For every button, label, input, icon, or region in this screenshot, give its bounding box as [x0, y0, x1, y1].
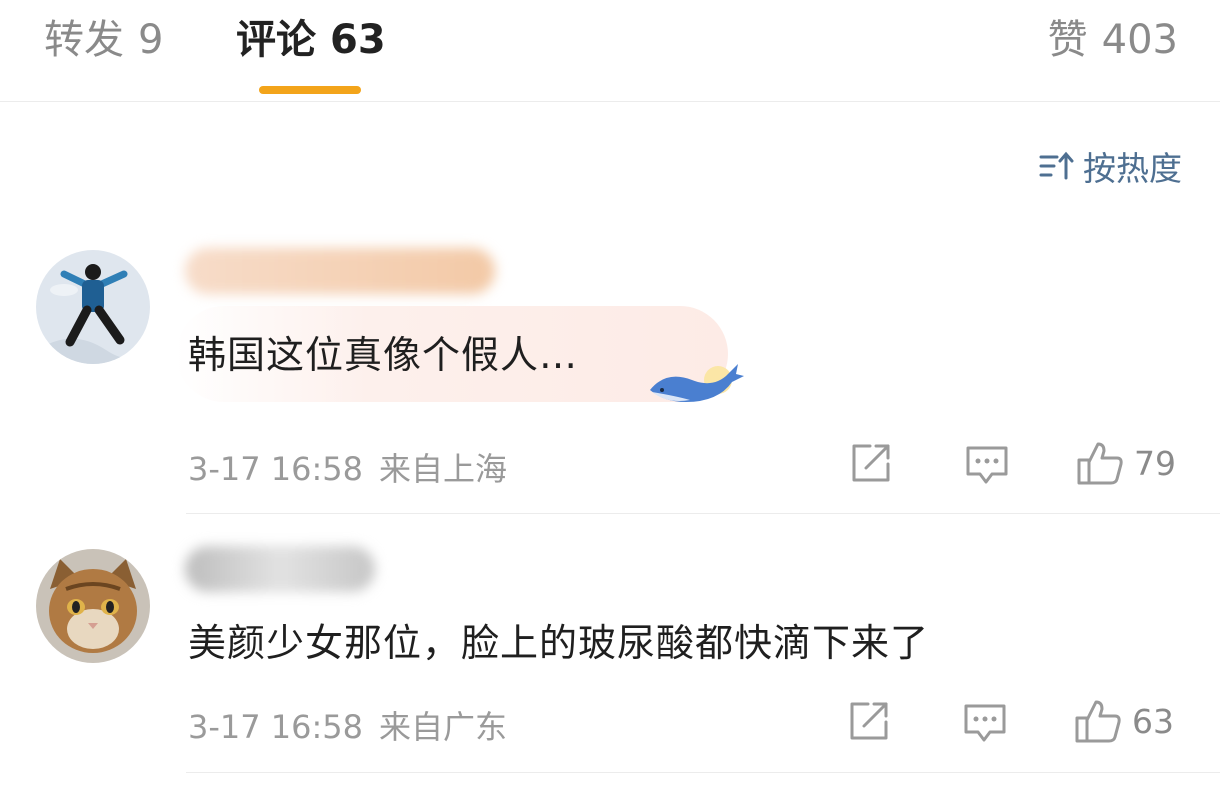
reply-icon — [962, 702, 1008, 744]
share-icon — [848, 700, 892, 742]
like-button[interactable]: 63 — [1074, 698, 1174, 744]
comment-item: 美颜少女那位，脸上的玻尿酸都快滴下来了 3-17 16:58 来自广东 63 — [0, 0, 1220, 780]
comment-location: 来自广东 — [379, 708, 508, 746]
avatar[interactable] — [36, 549, 150, 663]
comment-meta: 3-17 16:58 来自广东 — [188, 702, 507, 748]
comment-divider — [186, 772, 1220, 773]
reply-button[interactable] — [962, 702, 1008, 744]
comment-time: 3-17 16:58 — [188, 708, 364, 746]
username-blurred[interactable] — [185, 546, 375, 592]
comment-page: 转发 9 评论 63 赞 403 按热度 韩国这位真像个假人… 3-17 16:… — [0, 0, 1220, 802]
like-count: 63 — [1132, 701, 1174, 741]
comment-text: 美颜少女那位，脸上的玻尿酸都快滴下来了 — [188, 621, 930, 665]
thumbs-up-icon — [1074, 698, 1122, 744]
share-button[interactable] — [848, 700, 892, 742]
